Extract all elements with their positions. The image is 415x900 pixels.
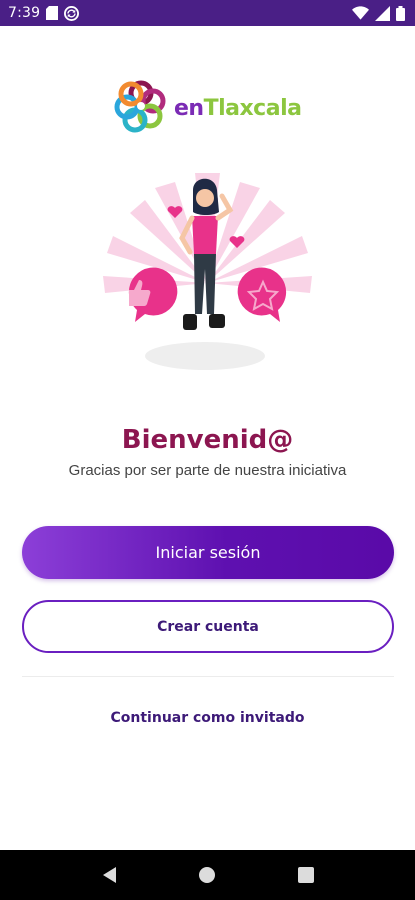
sd-card-icon (46, 6, 59, 20)
like-bubble (128, 267, 178, 322)
status-left: 7:39 (8, 5, 80, 21)
welcome-illustration (95, 168, 320, 383)
logo-text-en: en (174, 95, 204, 121)
continue-as-guest-link[interactable]: Continuar como invitado (0, 710, 415, 726)
welcome-title: Bienvenid@ (121, 425, 294, 455)
signal-icon (375, 5, 390, 21)
divider (22, 676, 394, 677)
status-time: 7:39 (8, 5, 41, 21)
recents-icon[interactable] (286, 855, 326, 895)
status-bar: 7:39 (0, 0, 415, 26)
back-icon[interactable] (89, 855, 129, 895)
flower-logo-icon (114, 79, 168, 138)
welcome-subtitle: Gracias por ser parte de nuestra iniciat… (68, 462, 347, 479)
register-button[interactable]: Crear cuenta (22, 600, 394, 653)
navigation-bar (0, 850, 415, 900)
sync-icon (64, 5, 80, 21)
logo-text-tlaxcala: Tlaxcala (203, 95, 302, 121)
home-icon[interactable] (187, 855, 227, 895)
app-logo: enTlaxcala (114, 80, 304, 136)
star-bubble (237, 267, 287, 322)
logo-wordmark: enTlaxcala (174, 95, 302, 121)
wifi-icon (352, 6, 369, 20)
battery-icon (396, 5, 405, 21)
login-button[interactable]: Iniciar sesión (22, 526, 394, 579)
status-right (352, 5, 405, 21)
